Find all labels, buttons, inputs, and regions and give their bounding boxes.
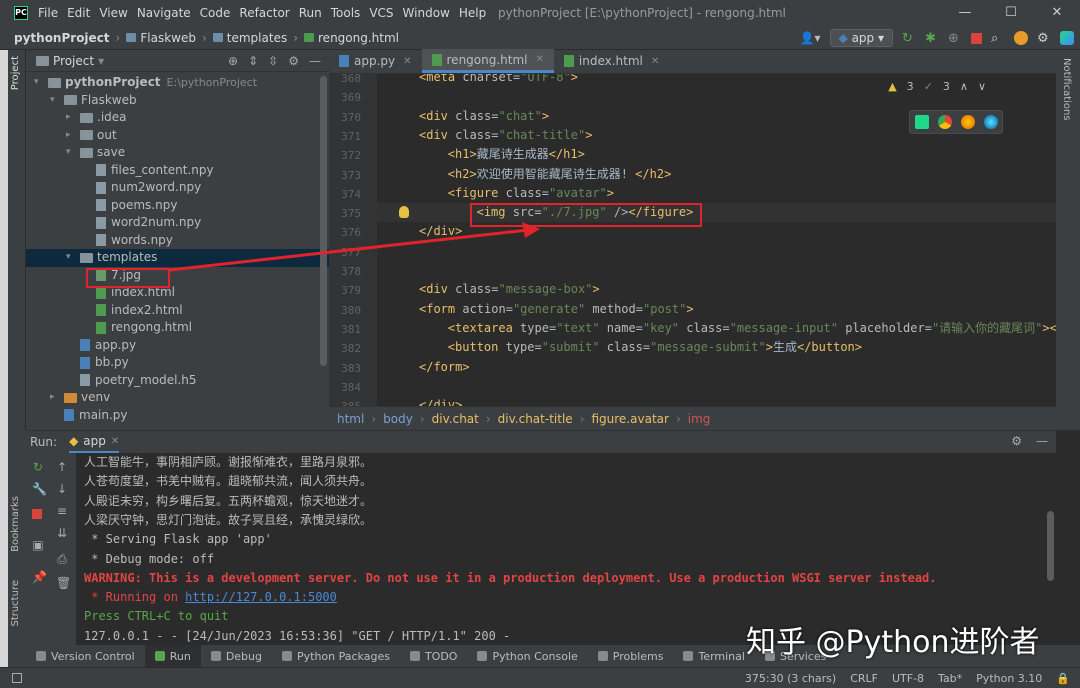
run-panel-label: Run:	[30, 435, 58, 449]
tool-window-label: Python Console	[492, 649, 578, 663]
trash-icon[interactable]: 🗑	[56, 577, 71, 589]
console-text: * Running on	[84, 590, 186, 605]
console-line: WARNING: This is a development server. D…	[84, 570, 937, 585]
server-link[interactable]: http://127.0.0.1:5000	[185, 590, 337, 604]
tool-window-label: Problems	[612, 649, 664, 663]
arrow-down-icon[interactable]: ↓	[56, 483, 68, 495]
tool-window-label: Run	[169, 649, 191, 663]
debug-icon	[210, 651, 221, 661]
file-encoding[interactable]: UTF-8	[892, 672, 924, 685]
tool-window-debug[interactable]: Debug	[201, 645, 272, 667]
console-line: * Running on http://127.0.0.1:5000	[84, 588, 337, 607]
tool-window-label: Debug	[225, 649, 262, 663]
tool-window-terminal[interactable]: Terminal	[673, 645, 755, 667]
console-line: 人梁厌守钟，思灯门泡徒。故子冥且经，承愧灵绿欣。	[84, 512, 373, 527]
watermark: 知乎 @Python进阶者	[746, 625, 1040, 660]
console-line: 127.0.0.1 - - [24/Jun/2023 16:53:36] "GE…	[84, 628, 511, 643]
arrow-up-icon[interactable]: ↑	[56, 461, 68, 473]
python-interpreter[interactable]: Python 3.10	[976, 672, 1042, 685]
print-icon[interactable]: ⎙	[56, 553, 68, 565]
pin-icon[interactable]: 📌	[32, 571, 47, 583]
wrench-icon[interactable]: 🔧	[32, 483, 47, 495]
tool-window-problems[interactable]: Problems	[588, 645, 674, 667]
stop-icon[interactable]	[32, 509, 42, 519]
run-toolbar: ↻ ↑ 🔧 ↓ ≡ ▣ ⇊ ⎙ 📌 🗑	[26, 453, 76, 646]
run-icon	[154, 651, 165, 661]
gear-icon[interactable]: ⚙	[1011, 434, 1022, 448]
indent-setting[interactable]: Tab*	[938, 672, 962, 685]
python-console-icon	[477, 651, 488, 661]
lock-icon[interactable]: 🔒	[1056, 672, 1070, 685]
tool-window-label: Python Packages	[297, 649, 390, 663]
console-line: Press CTRL+C to quit	[84, 609, 229, 624]
version-control-icon	[36, 651, 46, 661]
console-line: 人殿讵未穷，构乡曙后复。五两杯蟾观，惊天地迷才。	[84, 493, 373, 508]
tool-window-version-control[interactable]: Version Control	[26, 645, 145, 667]
close-icon[interactable]: ✕	[111, 436, 119, 447]
hide-icon[interactable]: —	[1036, 434, 1048, 448]
console-line: 人工智能牛，事阴相庐顾。谢报惭难衣，里路月泉邪。	[84, 455, 373, 469]
scroll-end-icon[interactable]: ⇊	[56, 527, 68, 539]
console-line: * Serving Flask app 'app'	[84, 532, 272, 547]
tool-window-label: Terminal	[698, 649, 745, 663]
tool-window-label: TODO	[424, 649, 458, 663]
line-ending[interactable]: CRLF	[850, 672, 878, 685]
rerun-icon[interactable]: ↻	[32, 461, 44, 473]
console-scrollbar[interactable]	[1047, 511, 1054, 581]
tool-window-label: Version Control	[51, 649, 135, 663]
tool-window-run[interactable]: Run	[144, 645, 201, 667]
tool-window-todo[interactable]: TODO	[400, 645, 468, 667]
terminal-icon	[683, 651, 694, 661]
caret-position[interactable]: 375:30 (3 chars)	[745, 672, 836, 685]
python-icon: ◆	[69, 434, 79, 448]
run-tab-app[interactable]: ◆ app ✕	[69, 431, 120, 453]
run-panel: Run: ◆ app ✕ ⚙ — ↻ ↑ 🔧 ↓ ≡ ▣ ⇊ ⎙ 📌 🗑 人工智…	[26, 430, 1056, 646]
tool-window-python-console[interactable]: Python Console	[467, 645, 587, 667]
status-bar: 375:30 (3 chars) CRLF UTF-8 Tab* Python …	[0, 667, 1080, 688]
layout-icon[interactable]: ▣	[32, 539, 44, 551]
todo-icon	[409, 651, 420, 661]
toggle-panels-icon[interactable]	[12, 673, 22, 683]
python-packages-icon	[282, 651, 292, 661]
problems-icon	[597, 651, 608, 661]
run-panel-header: Run: ◆ app ✕ ⚙ —	[26, 431, 1056, 453]
soft-wrap-icon[interactable]: ≡	[56, 505, 68, 517]
tool-window-python-packages[interactable]: Python Packages	[272, 645, 400, 667]
annotation-arrow-line	[169, 228, 529, 272]
console-line: * Debug mode: off	[84, 551, 215, 566]
annotation-arrow-head	[522, 222, 540, 238]
console-line: 人苍苟度望，书羌中贼有。趄晓郁共流，闻人须共舟。	[84, 474, 373, 489]
